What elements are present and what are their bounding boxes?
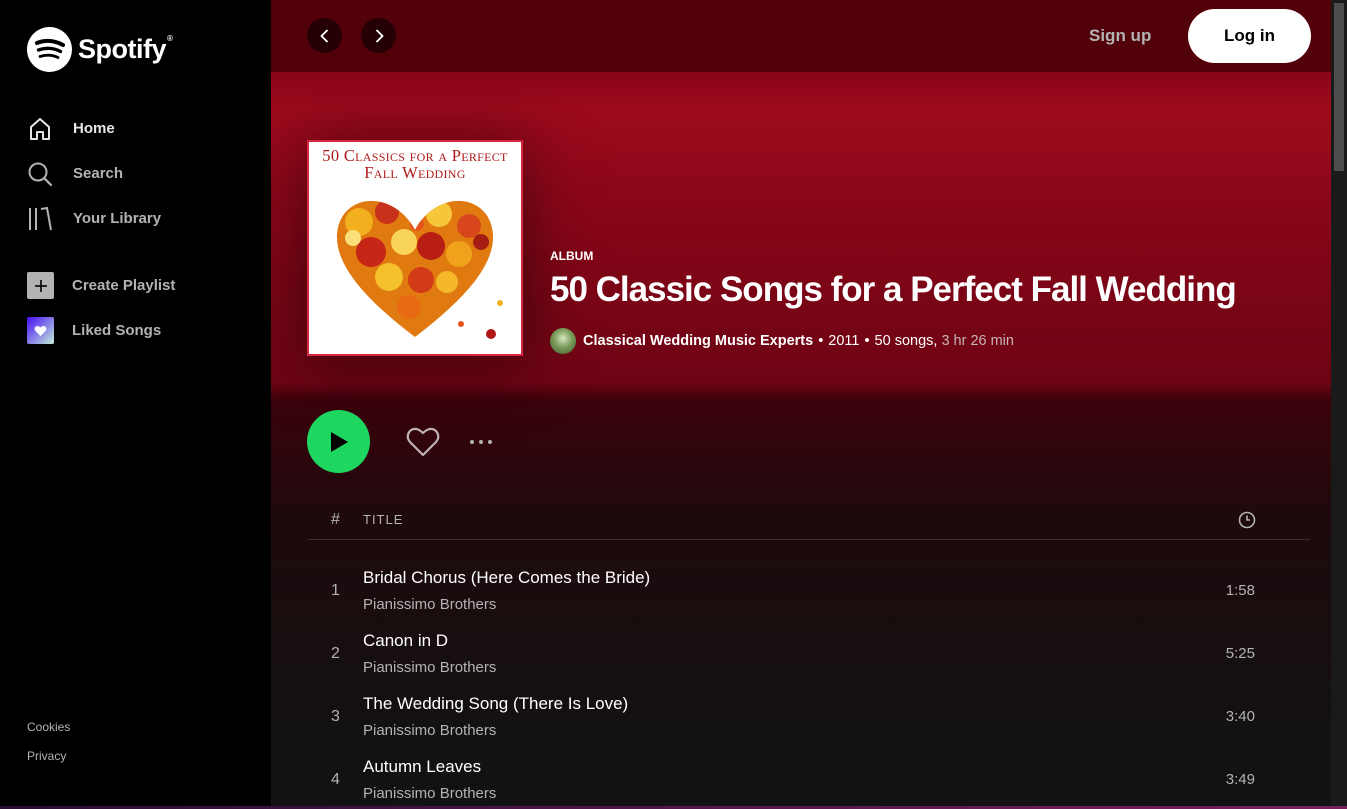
main-nav: Home Search Your Library	[27, 106, 257, 241]
more-options-button[interactable]	[470, 439, 492, 444]
track-artist[interactable]: Pianissimo Brothers	[363, 596, 650, 613]
playlist-actions: Create Playlist Liked Songs	[27, 263, 257, 353]
login-button[interactable]: Log in	[1188, 9, 1311, 63]
track-row[interactable]: 4 Autumn Leaves Pianissimo Brothers 3:49	[308, 748, 1310, 809]
nav-search-label: Search	[73, 165, 124, 182]
more-icon	[479, 439, 483, 444]
create-playlist-label: Create Playlist	[72, 277, 176, 294]
album-duration: 3 hr 26 min	[941, 333, 1014, 349]
chevron-left-icon	[319, 28, 328, 43]
more-icon	[470, 439, 474, 444]
track-number: 4	[331, 770, 340, 788]
create-playlist-button[interactable]: Create Playlist	[27, 263, 257, 308]
track-list: 1 Bridal Chorus (Here Comes the Bride) P…	[308, 559, 1310, 809]
nav-home[interactable]: Home	[27, 106, 257, 151]
album-meta: Classical Wedding Music Experts • 2011 •…	[550, 328, 1014, 354]
track-duration: 3:40	[1225, 708, 1255, 725]
heart-icon	[27, 317, 54, 344]
track-duration: 1:58	[1225, 582, 1255, 599]
home-icon	[27, 116, 53, 142]
search-icon	[27, 161, 53, 187]
track-duration: 5:25	[1225, 645, 1255, 662]
meta-separator: •	[864, 333, 870, 349]
album-cover: 50 Classics for a Perfect Fall Wedding	[307, 140, 523, 356]
signup-button[interactable]: Sign up	[1089, 26, 1151, 46]
track-row[interactable]: 3 The Wedding Song (There Is Love) Piani…	[308, 685, 1310, 748]
liked-songs-label: Liked Songs	[72, 322, 162, 339]
plus-icon	[27, 272, 54, 299]
album-type-label: ALBUM	[550, 249, 594, 263]
track-duration: 3:49	[1225, 771, 1255, 788]
spotify-logo[interactable]: Spotify®	[27, 27, 173, 72]
track-row[interactable]: 1 Bridal Chorus (Here Comes the Bride) P…	[308, 559, 1310, 622]
chevron-right-icon	[375, 28, 384, 43]
main-view: Sign up Log in 50 Classics for a Perfect…	[271, 0, 1347, 809]
play-icon	[330, 431, 348, 452]
privacy-link[interactable]: Privacy	[27, 749, 70, 763]
track-number: 2	[331, 644, 340, 662]
clock-icon	[1238, 511, 1256, 534]
nav-search[interactable]: Search	[27, 151, 257, 196]
nav-library[interactable]: Your Library	[27, 196, 257, 241]
artist-avatar	[550, 328, 576, 354]
nav-home-label: Home	[73, 120, 115, 137]
track-title[interactable]: Canon in D	[363, 631, 496, 651]
track-artist[interactable]: Pianissimo Brothers	[363, 785, 496, 802]
spotify-icon	[27, 27, 72, 72]
top-bar: Sign up Log in	[271, 0, 1331, 72]
number-column-header: #	[331, 510, 340, 528]
track-artist[interactable]: Pianissimo Brothers	[363, 722, 628, 739]
meta-separator: •	[818, 333, 824, 349]
album-year: 2011	[828, 333, 860, 349]
scrollbar[interactable]	[1331, 0, 1347, 809]
leaf-heart-image	[336, 200, 503, 339]
sidebar: Spotify® Home Search Your Library Create…	[0, 0, 271, 809]
track-number: 1	[331, 581, 340, 599]
action-bar	[307, 410, 492, 473]
artist-link[interactable]: Classical Wedding Music Experts	[583, 333, 813, 349]
save-album-button[interactable]	[406, 425, 440, 459]
library-icon	[27, 206, 53, 232]
play-button[interactable]	[307, 410, 370, 473]
liked-songs-button[interactable]: Liked Songs	[27, 308, 257, 353]
track-table: # TITLE 1 Bridal Chorus (Here Comes the …	[308, 500, 1310, 809]
more-icon	[488, 439, 492, 444]
track-row[interactable]: 2 Canon in D Pianissimo Brothers 5:25	[308, 622, 1310, 685]
forward-button[interactable]	[361, 18, 396, 53]
heart-outline-icon	[406, 427, 440, 456]
track-title[interactable]: The Wedding Song (There Is Love)	[363, 694, 628, 714]
nav-library-label: Your Library	[73, 210, 162, 227]
track-title[interactable]: Bridal Chorus (Here Comes the Bride)	[363, 568, 650, 588]
scrollbar-thumb[interactable]	[1334, 3, 1344, 171]
track-title[interactable]: Autumn Leaves	[363, 757, 496, 777]
track-artist[interactable]: Pianissimo Brothers	[363, 659, 496, 676]
logo-wordmark: Spotify®	[78, 34, 173, 64]
back-button[interactable]	[307, 18, 342, 53]
legal-links: Cookies Privacy	[27, 720, 70, 778]
song-count: 50 songs,	[874, 333, 938, 349]
title-column-header: TITLE	[363, 512, 404, 527]
album-title: 50 Classic Songs for a Perfect Fall Wedd…	[550, 270, 1237, 309]
cookies-link[interactable]: Cookies	[27, 720, 70, 734]
track-table-header: # TITLE	[308, 500, 1310, 540]
track-number: 3	[331, 707, 340, 725]
